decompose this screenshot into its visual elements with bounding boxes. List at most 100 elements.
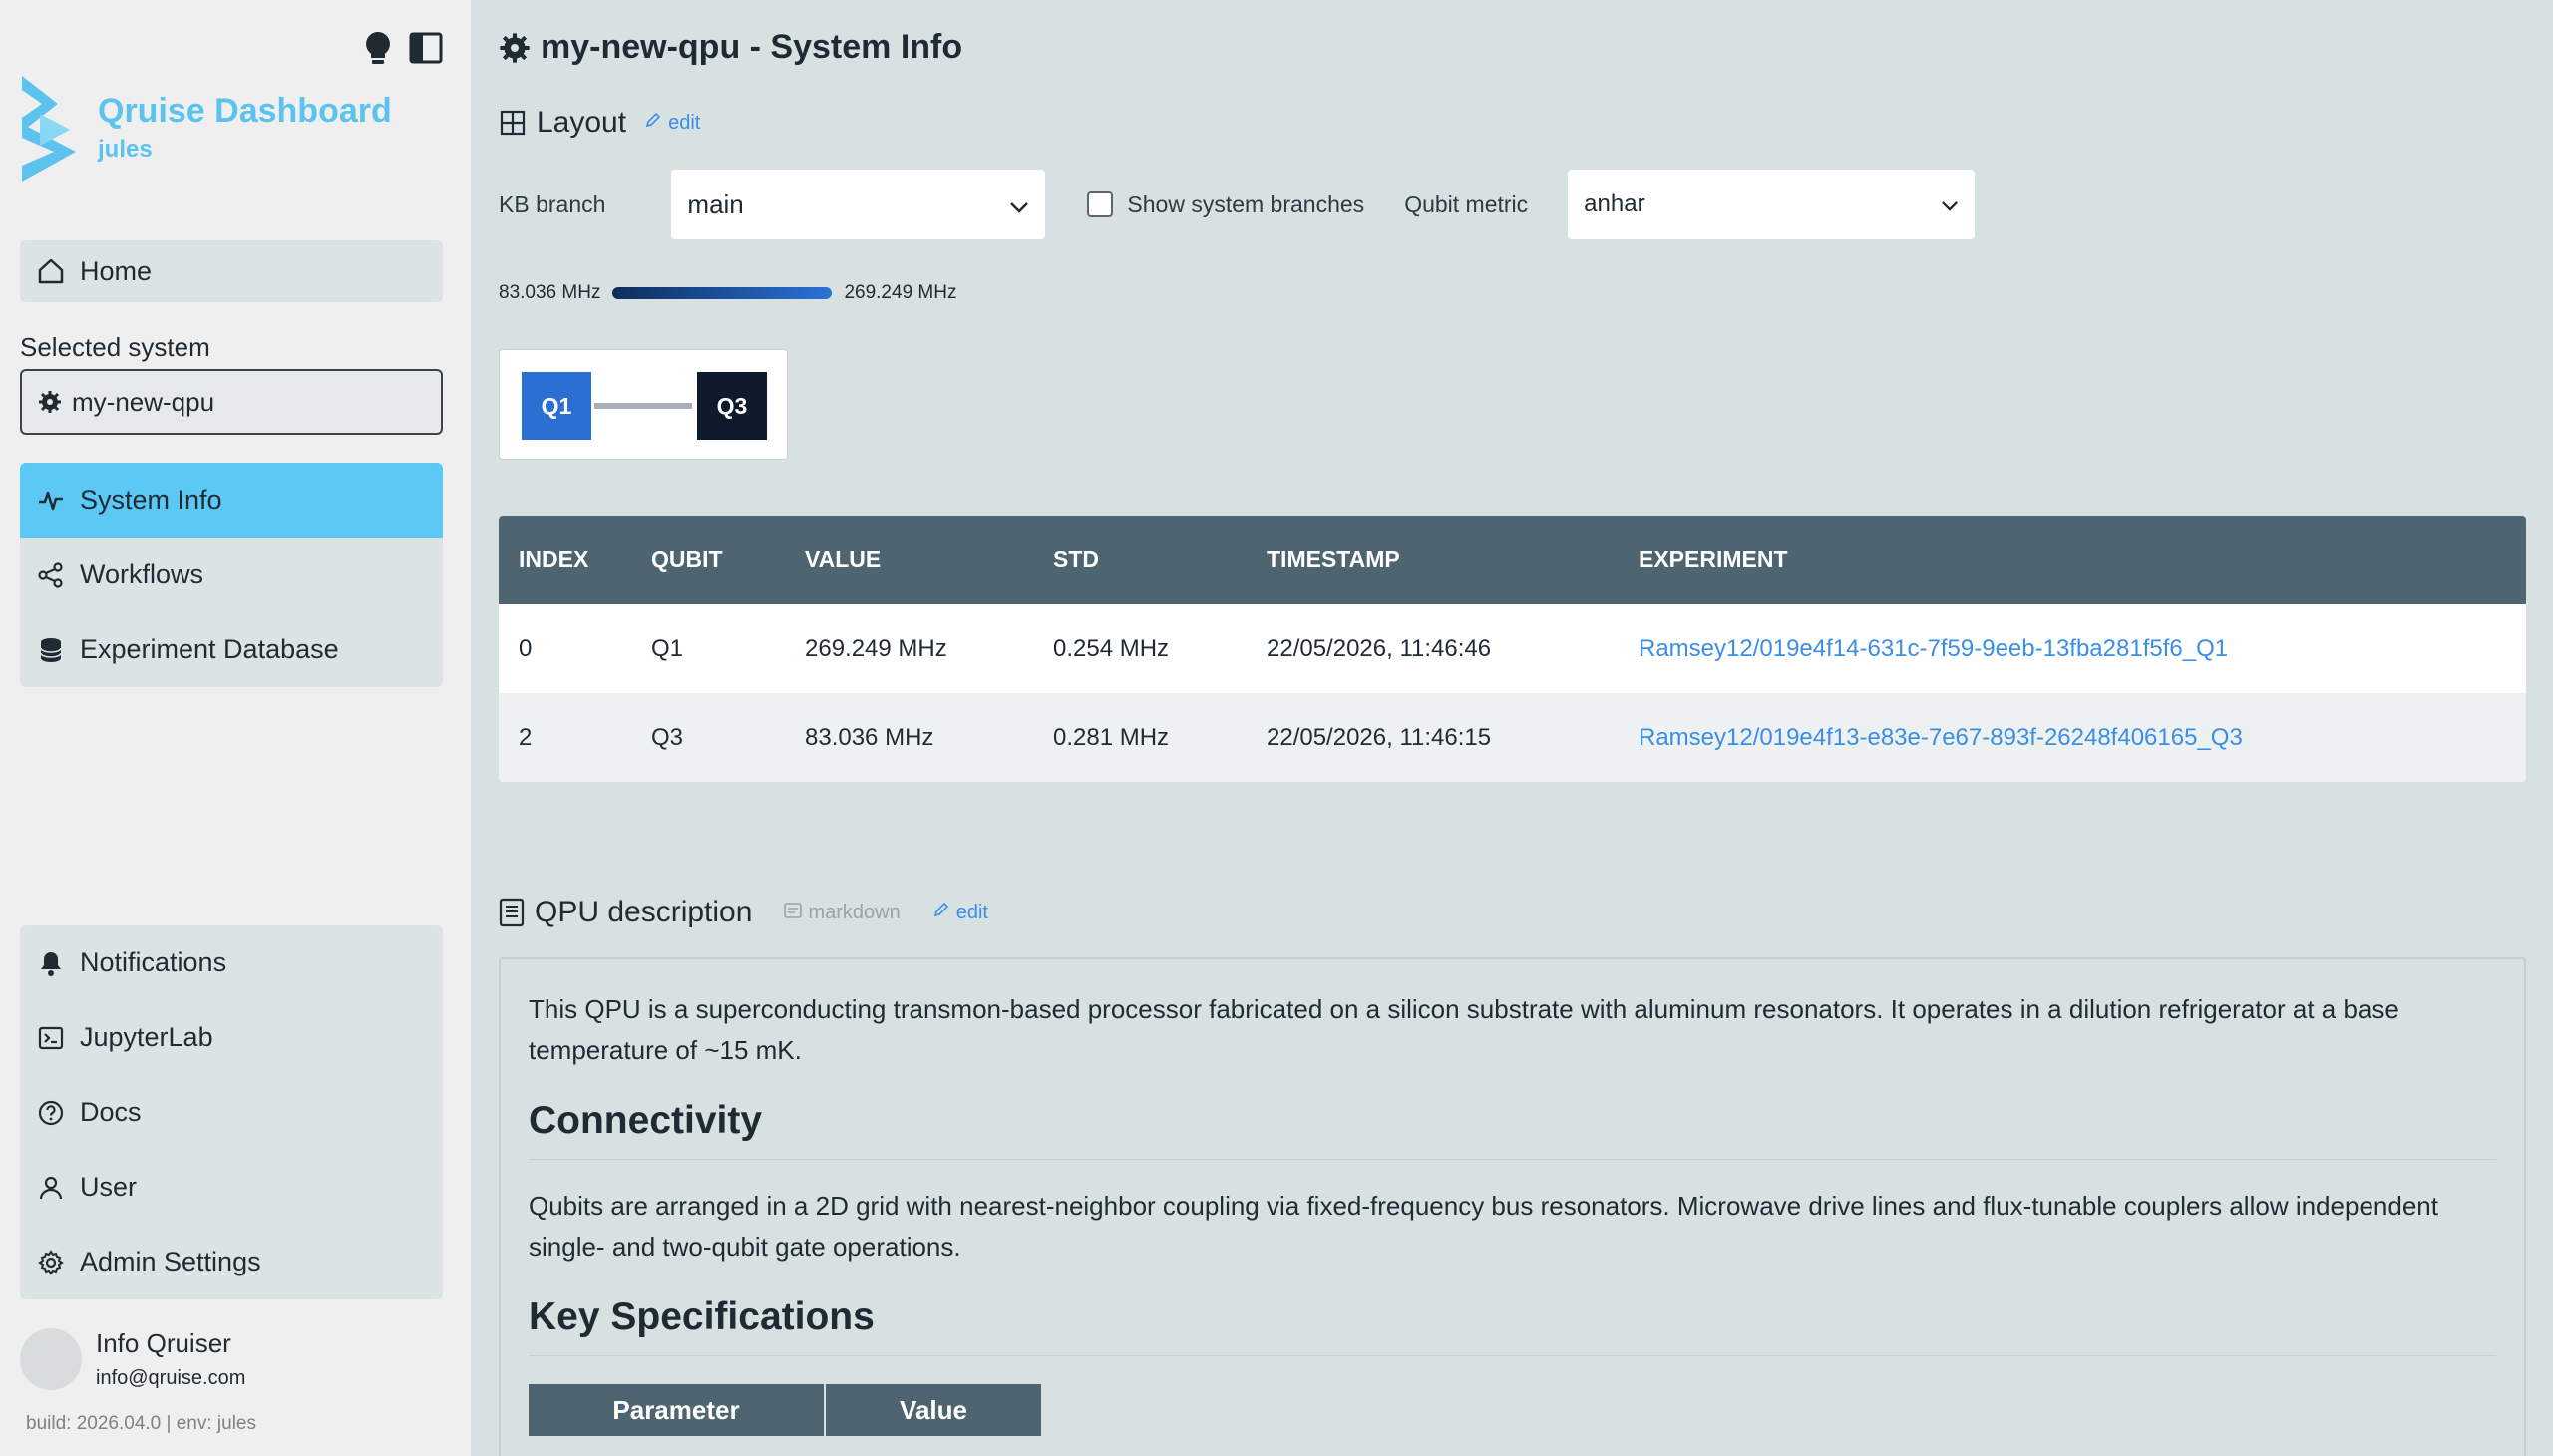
brand-env: jules <box>98 136 153 163</box>
qpu-description-title: QPU description markdown edit <box>499 896 988 929</box>
description-intro: This QPU is a superconducting transmon-b… <box>529 994 2399 1065</box>
header-qubit[interactable]: QUBIT <box>651 546 805 573</box>
sidebar-item-workflows[interactable]: Workflows <box>20 538 443 612</box>
sidebar-item-label: Notifications <box>80 947 227 977</box>
sidebar-item-label: System Info <box>80 485 222 515</box>
table-row: 0 Q1 269.249 MHz 0.254 MHz 22/05/2026, 1… <box>499 604 2526 693</box>
color-range-legend: 83.036 MHz 269.249 MHz <box>499 282 956 304</box>
chevron-down-icon <box>1009 189 1029 220</box>
kb-branch-label: KB branch <box>499 190 606 217</box>
sidebar-item-label: Docs <box>80 1097 142 1127</box>
key-specifications-heading: Key Specifications <box>529 1295 2496 1356</box>
qpu-description-body: This QPU is a superconducting transmon-b… <box>499 957 2526 1456</box>
cell-value: 83.036 MHz <box>805 723 934 751</box>
header-std[interactable]: STD <box>1053 546 1267 573</box>
sidebar-item-label: User <box>80 1172 138 1202</box>
show-system-branches[interactable]: Show system branches <box>1087 191 1364 218</box>
qubit-metric-select[interactable]: anhar <box>1568 170 1976 239</box>
cell-timestamp: 22/05/2026, 11:46:15 <box>1267 723 1492 751</box>
top-icons <box>363 30 443 66</box>
home-icon <box>36 256 66 286</box>
sidebar-item-experiment-database[interactable]: Experiment Database <box>20 612 443 687</box>
layout-title: Layout <box>537 106 627 139</box>
layout-section-title: Layout edit <box>499 106 700 140</box>
cell-index: 0 <box>519 634 533 662</box>
bottom-nav: Notifications JupyterLab Docs User Admin… <box>20 925 443 1299</box>
user-icon <box>36 1173 66 1203</box>
page-title-text: my-new-qpu - System Info <box>541 28 963 66</box>
sidebar-item-user[interactable]: User <box>20 1150 443 1225</box>
activity-icon <box>36 486 66 516</box>
lightbulb-icon[interactable] <box>363 30 393 66</box>
header-timestamp[interactable]: TIMESTAMP <box>1267 546 1639 573</box>
show-branches-label: Show system branches <box>1127 190 1365 217</box>
sidebar-item-label: Home <box>80 255 153 286</box>
range-min: 83.036 MHz <box>499 282 601 303</box>
spec-header-parameter: Parameter <box>529 1384 826 1436</box>
sidebar-item-label: Admin Settings <box>80 1247 261 1276</box>
cell-std: 0.254 MHz <box>1053 634 1170 662</box>
sidebar-item-notifications[interactable]: Notifications <box>20 925 443 1000</box>
sidebar-item-docs[interactable]: Docs <box>20 1075 443 1150</box>
header-index[interactable]: INDEX <box>499 546 651 573</box>
cell-timestamp: 22/05/2026, 11:46:46 <box>1267 634 1492 662</box>
cell-std: 0.281 MHz <box>1053 723 1170 751</box>
cell-value: 269.249 MHz <box>805 634 947 662</box>
kb-branch-select[interactable]: main <box>671 170 1046 239</box>
cell-experiment-link[interactable]: Ramsey12/019e4f13-e83e-7e67-893f-26248f4… <box>1639 724 2526 752</box>
gear-icon <box>36 1248 66 1277</box>
chip-icon <box>38 390 62 414</box>
selected-system-field[interactable]: my-new-qpu <box>20 369 443 435</box>
sidebar-item-system-info[interactable]: System Info <box>20 463 443 538</box>
selected-system-label: Selected system <box>20 332 210 362</box>
sidebar-item-admin-settings[interactable]: Admin Settings <box>20 1225 443 1299</box>
kb-branch-value: main <box>687 188 744 219</box>
sidebar-item-home[interactable]: Home <box>20 240 443 302</box>
brand[interactable]: Qruise Dashboard jules <box>18 74 392 190</box>
build-info: build: 2026.04.0 | env: jules <box>26 1413 256 1434</box>
qubit-q3[interactable]: Q3 <box>697 372 767 440</box>
sidebar-item-label: Experiment Database <box>80 634 339 664</box>
description-edit-link[interactable]: edit <box>932 901 988 924</box>
connectivity-text: Qubits are arranged in a 2D grid with ne… <box>529 1191 2438 1262</box>
avatar <box>20 1328 82 1390</box>
sidebar-toggle-icon[interactable] <box>409 32 443 64</box>
chevron-down-icon <box>1941 190 1959 218</box>
sidebar: Qruise Dashboard jules Home Selected sys… <box>0 0 471 1456</box>
terminal-icon <box>36 1023 66 1053</box>
cell-qubit: Q3 <box>651 723 684 751</box>
qubit-layout-card: Q1 Q3 <box>499 349 788 460</box>
qubit-metric-label: Qubit metric <box>1404 190 1529 217</box>
qruise-logo-icon <box>18 74 80 190</box>
page-title: my-new-qpu - System Info <box>499 28 962 67</box>
user-profile[interactable]: Info Qruiser info@qruise.com <box>20 1328 245 1390</box>
cell-experiment-link[interactable]: Ramsey12/019e4f14-631c-7f59-9eeb-13fba28… <box>1639 635 2526 663</box>
spec-table: Parameter Value <box>529 1384 2496 1436</box>
brand-title: Qruise Dashboard <box>98 92 392 130</box>
home-nav: Home <box>20 240 443 302</box>
markdown-label: markdown <box>808 901 901 923</box>
help-circle-icon <box>36 1098 66 1128</box>
cell-qubit: Q1 <box>651 634 684 662</box>
cell-index: 2 <box>519 723 533 751</box>
sidebar-item-jupyterlab[interactable]: JupyterLab <box>20 1000 443 1075</box>
table-row: 2 Q3 83.036 MHz 0.281 MHz 22/05/2026, 11… <box>499 693 2526 782</box>
main-content: my-new-qpu - System Info Layout edit KB … <box>471 0 2553 1456</box>
document-icon <box>499 898 525 927</box>
share-nodes-icon <box>36 560 66 590</box>
layout-edit-link[interactable]: edit <box>644 111 700 135</box>
range-gradient-bar <box>612 287 833 299</box>
bell-icon <box>36 948 66 978</box>
pencil-icon <box>932 901 950 924</box>
header-experiment[interactable]: EXPERIMENT <box>1639 546 2526 573</box>
qubit-metric-table: INDEX QUBIT VALUE STD TIMESTAMP EXPERIME… <box>499 516 2526 782</box>
show-branches-checkbox[interactable] <box>1087 191 1114 217</box>
connectivity-heading: Connectivity <box>529 1099 2496 1160</box>
database-icon <box>36 635 66 665</box>
markdown-toggle[interactable]: markdown <box>784 901 901 924</box>
header-value[interactable]: VALUE <box>805 546 1053 573</box>
spec-header-value: Value <box>826 1384 1043 1436</box>
qubit-q1[interactable]: Q1 <box>522 372 591 440</box>
qubit-metric-value: anhar <box>1584 190 1645 217</box>
chip-icon <box>499 32 531 64</box>
